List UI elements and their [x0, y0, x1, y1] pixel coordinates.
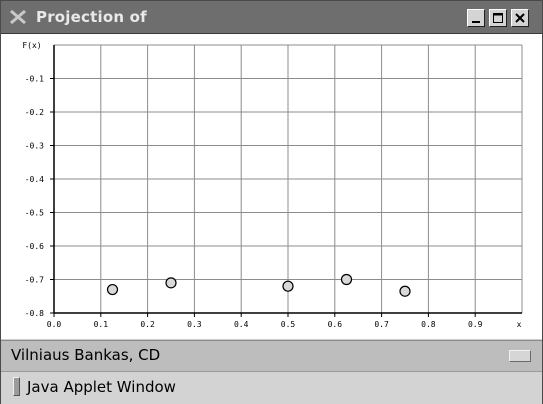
minimize-button[interactable]: [467, 9, 485, 27]
data-point: [399, 285, 411, 297]
applet-window: Projection of -0.1 -0.2 -0.3 -0.4 -0.5 -0.6 -0…: [0, 0, 543, 404]
x-tick-label: 0.2: [140, 320, 155, 329]
x-tick-label: 0.5: [281, 320, 296, 329]
maximize-button[interactable]: [489, 9, 507, 27]
x-icon: [10, 10, 26, 24]
plot-area[interactable]: -0.1 -0.2 -0.3 -0.4 -0.5 -0.6 -0.7 -0.8 0.0 0.1 0.…: [1, 34, 542, 339]
y-tick-label: -0.1: [25, 75, 44, 84]
title-bar[interactable]: Projection of: [1, 1, 542, 34]
dropdown-icon[interactable]: [509, 350, 531, 362]
y-tick-label: -0.8: [25, 309, 44, 318]
scatter-plot: -0.1 -0.2 -0.3 -0.4 -0.5 -0.6 -0.7 -0.80.0 0.1 0.…: [22, 41, 523, 329]
x-tick-label: 0.7: [374, 320, 389, 329]
data-point: [165, 277, 177, 289]
x-tick-label: 0.3: [187, 320, 202, 329]
maximize-icon: [493, 13, 503, 23]
window-title: Projection of: [36, 8, 147, 26]
y-tick-label: -0.5: [25, 209, 44, 218]
data-point: [340, 273, 353, 286]
y-tick-label: -0.6: [25, 242, 44, 251]
status-text: Java Applet Window: [27, 378, 176, 396]
y-tick-label: -0.7: [25, 276, 44, 285]
close-icon: [515, 13, 525, 23]
x-tick-label: 0.6: [328, 320, 343, 329]
y-axis-label: F(x): [22, 41, 41, 50]
x-tick-label: 0.8: [421, 320, 436, 329]
y-tick-label: -0.2: [25, 108, 44, 117]
close-button[interactable]: [511, 9, 529, 27]
status-bar: Java Applet Window: [1, 371, 542, 404]
series-selector-value: Vilniaus Bankas, CD: [11, 346, 161, 364]
x-axis-label: x: [517, 320, 522, 329]
series-selector[interactable]: Vilniaus Bankas, CD: [1, 340, 542, 371]
x-tick-label: 0.0: [47, 320, 62, 329]
data-point: [282, 280, 294, 292]
warning-bar-icon: [13, 377, 20, 396]
x-tick-label: 0.1: [94, 320, 109, 329]
x-tick-label: 0.9: [468, 320, 483, 329]
minimize-icon: [472, 21, 480, 23]
x-tick-label: 0.4: [234, 320, 249, 329]
y-tick-label: -0.4: [25, 175, 44, 184]
data-point: [106, 283, 119, 296]
y-tick-label: -0.3: [25, 142, 44, 151]
